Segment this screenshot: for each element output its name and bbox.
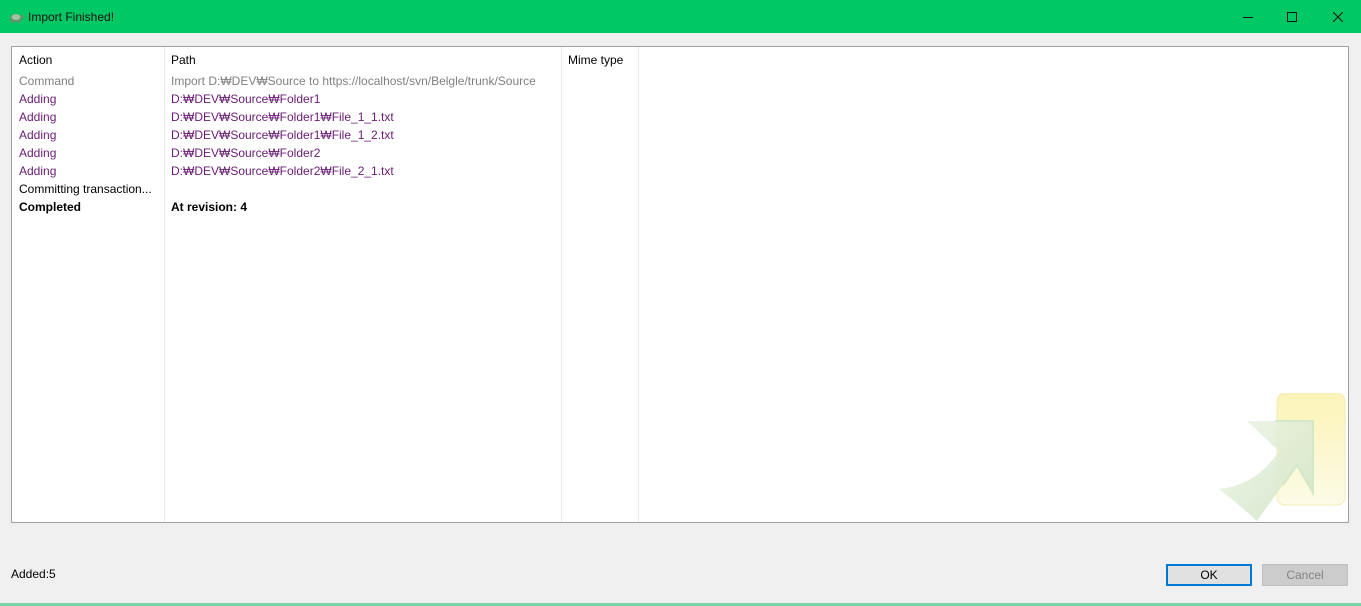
list-row[interactable]: Adding D:₩DEV₩Source₩Folder2: [12, 144, 1348, 162]
row-action: Adding: [19, 110, 57, 124]
list-row-completed[interactable]: Completed At revision: 4: [12, 198, 1348, 216]
row-path: D:₩DEV₩Source₩Folder2₩File_2_1.txt: [171, 164, 394, 178]
row-action: Completed: [19, 200, 82, 214]
row-path: D:₩DEV₩Source₩Folder2: [171, 146, 321, 160]
maximize-icon: [1287, 11, 1297, 22]
list-row[interactable]: Adding D:₩DEV₩Source₩Folder1₩File_1_1.tx…: [12, 108, 1348, 126]
row-path: D:₩DEV₩Source₩Folder1: [171, 92, 321, 106]
list-row[interactable]: Adding D:₩DEV₩Source₩Folder1: [12, 90, 1348, 108]
column-header-action[interactable]: Action: [19, 53, 52, 67]
actions-list[interactable]: Action Path Mime type Command Import D:₩…: [11, 46, 1349, 523]
row-path: D:₩DEV₩Source₩Folder1₩File_1_1.txt: [171, 110, 394, 124]
list-row-command[interactable]: Command Import D:₩DEV₩Source to https://…: [12, 72, 1348, 90]
added-count-label: Added:5: [11, 567, 56, 581]
title-bar[interactable]: Import Finished!: [0, 0, 1361, 33]
close-button[interactable]: [1315, 0, 1361, 33]
maximize-button[interactable]: [1269, 0, 1315, 33]
column-header-path[interactable]: Path: [171, 53, 196, 67]
import-finished-dialog: Import Finished! Action Path Mime type C…: [0, 0, 1361, 606]
row-path: Import D:₩DEV₩Source to https://localhos…: [171, 74, 536, 88]
list-row[interactable]: Adding D:₩DEV₩Source₩Folder2₩File_2_1.tx…: [12, 162, 1348, 180]
row-path: At revision: 4: [171, 200, 248, 214]
cancel-button[interactable]: Cancel: [1262, 564, 1348, 586]
row-action: Command: [19, 74, 75, 88]
column-header-mime-type[interactable]: Mime type: [568, 53, 623, 67]
close-icon: [1333, 11, 1343, 22]
window-title: Import Finished!: [28, 10, 115, 24]
list-row[interactable]: Adding D:₩DEV₩Source₩Folder1₩File_1_2.tx…: [12, 126, 1348, 144]
row-action: Adding: [19, 92, 57, 106]
row-path: D:₩DEV₩Source₩Folder1₩File_1_2.txt: [171, 128, 394, 142]
row-action: Adding: [19, 146, 57, 160]
list-row-committing[interactable]: Committing transaction...: [12, 180, 1348, 198]
minimize-icon: [1243, 16, 1253, 18]
tortoise-app-icon: [10, 14, 24, 23]
row-action: Adding: [19, 128, 57, 142]
row-action: Committing transaction...: [19, 182, 152, 196]
row-action: Adding: [19, 164, 57, 178]
tortoise-watermark-icon: [1219, 393, 1346, 521]
ok-button[interactable]: OK: [1166, 564, 1252, 586]
minimize-button[interactable]: [1225, 0, 1271, 33]
